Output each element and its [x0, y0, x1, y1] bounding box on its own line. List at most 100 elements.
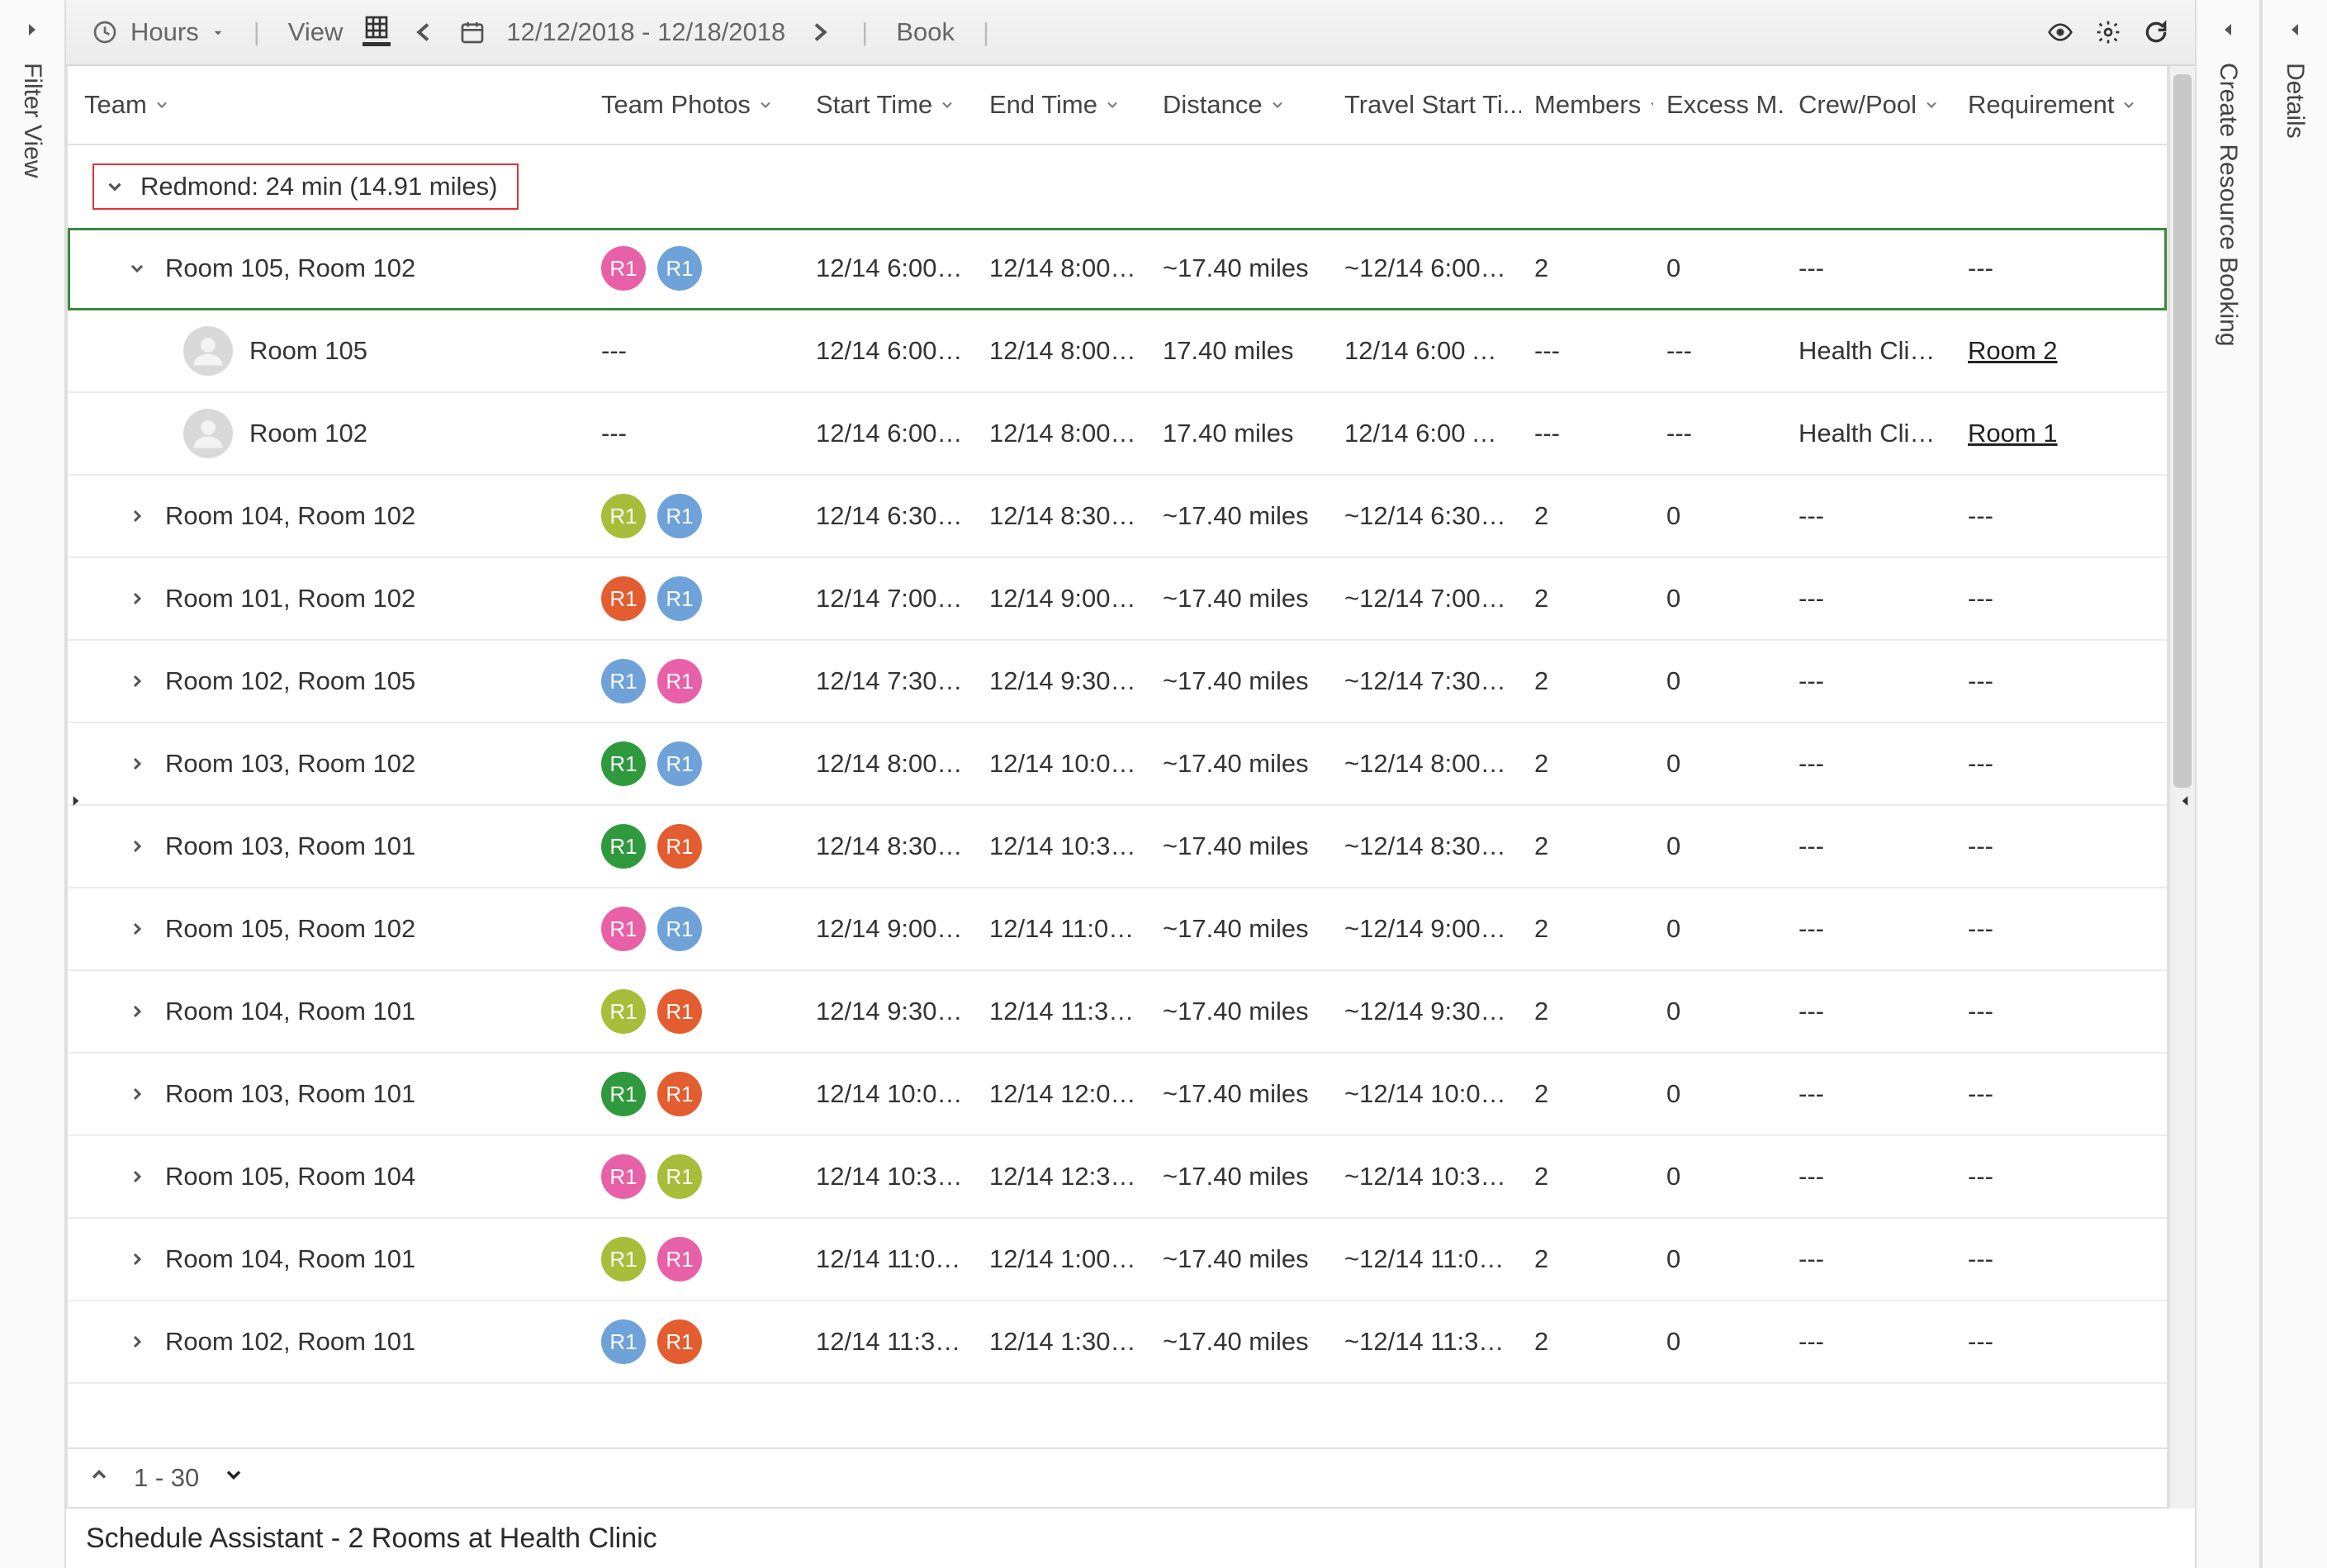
cell-excess: 0: [1653, 666, 1785, 696]
team-photo-badge: R1: [657, 1319, 702, 1364]
cell-end: 12/14 10:00 ...: [976, 749, 1149, 779]
requirement-link[interactable]: Room 2: [1968, 336, 2058, 365]
hours-dropdown[interactable]: Hours: [91, 17, 225, 47]
create-booking-panel-collapsed[interactable]: Create Resource Booking: [2195, 0, 2261, 1568]
pager-next-button[interactable]: [222, 1463, 245, 1493]
child-row[interactable]: Room 105---12/14 6:00 AM12/14 8:00 AM17.…: [68, 310, 2167, 393]
panel-edge-right-arrow[interactable]: [2175, 784, 2195, 817]
prev-range-button[interactable]: [410, 18, 438, 46]
chevron-down-icon: [757, 90, 774, 120]
date-range-text[interactable]: 12/12/2018 - 12/18/2018: [506, 17, 785, 47]
cell-start: 12/14 6:30 AM: [803, 501, 976, 531]
cell-crew: ---: [1785, 914, 1955, 944]
chevron-right-icon[interactable]: [127, 836, 147, 856]
cell-excess: 0: [1653, 501, 1785, 531]
team-row[interactable]: Room 105, Room 102R1R112/14 9:00 AM12/14…: [68, 888, 2167, 971]
team-row[interactable]: Room 104, Room 101R1R112/14 11:00 ...12/…: [68, 1219, 2167, 1301]
cell-start: 12/14 6:00 AM: [803, 419, 976, 448]
child-row[interactable]: Room 102---12/14 6:00 AM12/14 8:00 AM17.…: [68, 393, 2167, 476]
chevron-right-icon[interactable]: [127, 1332, 147, 1352]
team-row[interactable]: Room 104, Room 101R1R112/14 9:30 AM12/14…: [68, 971, 2167, 1054]
refresh-icon[interactable]: [2142, 18, 2170, 46]
cell-start: 12/14 8:30 AM: [803, 831, 976, 861]
team-row[interactable]: Room 103, Room 102R1R112/14 8:00 AM12/14…: [68, 723, 2167, 806]
pager-prev-button[interactable]: [88, 1463, 111, 1493]
team-row[interactable]: Room 102, Room 105R1R112/14 7:30 AM12/14…: [68, 641, 2167, 723]
eye-icon[interactable]: [2046, 18, 2074, 46]
team-name: Room 103, Room 101: [165, 831, 415, 861]
scrollbar-thumb[interactable]: [2173, 74, 2192, 788]
chevron-right-icon[interactable]: [127, 1002, 147, 1021]
cell-distance: ~17.40 miles: [1149, 584, 1331, 613]
team-row[interactable]: Room 105, Room 104R1R112/14 10:30 ...12/…: [68, 1136, 2167, 1219]
team-row[interactable]: Room 101, Room 102R1R112/14 7:00 AM12/14…: [68, 558, 2167, 641]
chevron-right-icon[interactable]: [127, 671, 147, 691]
team-row[interactable]: Room 102, Room 101R1R112/14 11:30 ...12/…: [68, 1301, 2167, 1384]
gear-icon[interactable]: [2094, 18, 2122, 46]
col-header-crew-pool[interactable]: Crew/Pool: [1785, 90, 1955, 120]
cell-members: ---: [1521, 419, 1653, 448]
cell-members: 2: [1521, 831, 1653, 861]
chevron-right-icon[interactable]: [127, 919, 147, 939]
cell-start: 12/14 7:30 AM: [803, 666, 976, 696]
chevron-down-icon: [2121, 90, 2137, 120]
team-row[interactable]: Room 104, Room 102R1R112/14 6:30 AM12/14…: [68, 476, 2167, 558]
cell-end: 12/14 8:00 AM: [976, 419, 1149, 448]
col-header-distance[interactable]: Distance: [1149, 90, 1331, 120]
cell-excess: ---: [1653, 419, 1785, 448]
team-photo-badge: R1: [657, 576, 702, 621]
team-row[interactable]: Room 103, Room 101R1R112/14 10:00 ...12/…: [68, 1054, 2167, 1136]
team-name: Room 102, Room 105: [165, 666, 415, 696]
chevron-right-icon[interactable]: [127, 1167, 147, 1187]
next-range-button[interactable]: [805, 18, 833, 46]
chevron-down-icon: [939, 90, 955, 120]
cell-distance: ~17.40 miles: [1149, 1327, 1331, 1357]
cell-crew: ---: [1785, 584, 1955, 613]
schedule-grid: Team Team Photos Start Time End Time Dis…: [66, 66, 2168, 1509]
col-header-requirement[interactable]: Requirement: [1955, 90, 2167, 120]
col-header-start-time[interactable]: Start Time: [803, 90, 976, 120]
team-photo-badge: R1: [601, 824, 646, 869]
book-button[interactable]: Book: [896, 17, 955, 47]
team-row[interactable]: Room 103, Room 101R1R112/14 8:30 AM12/14…: [68, 806, 2167, 888]
chevron-down-icon[interactable]: [127, 258, 147, 278]
team-photo-badge: R1: [657, 1154, 702, 1199]
chevron-right-icon[interactable]: [127, 506, 147, 526]
expand-left-icon: [2285, 17, 2305, 46]
filter-view-panel-collapsed[interactable]: Filter View: [0, 0, 66, 1568]
col-header-team[interactable]: Team: [68, 90, 588, 120]
details-label: Details: [2281, 63, 2309, 139]
col-header-excess[interactable]: Excess M...: [1653, 90, 1785, 120]
cell-end: 12/14 8:00 AM: [976, 253, 1149, 283]
panel-edge-left-arrow[interactable]: [66, 784, 86, 817]
col-header-members[interactable]: Members: [1521, 90, 1653, 120]
chevron-right-icon[interactable]: [127, 1084, 147, 1104]
cell-distance: ~17.40 miles: [1149, 1079, 1331, 1109]
col-header-travel-start[interactable]: Travel Start Ti...: [1331, 90, 1521, 120]
cell-distance: 17.40 miles: [1149, 336, 1331, 366]
chevron-right-icon[interactable]: [127, 589, 147, 609]
team-row[interactable]: Room 105, Room 102R1R112/14 6:00 AM12/14…: [68, 228, 2167, 310]
cell-travel: ~12/14 7:30 AM: [1331, 666, 1521, 696]
cell-distance: ~17.40 miles: [1149, 914, 1331, 944]
cell-photos: ---: [588, 336, 803, 366]
details-panel-collapsed[interactable]: Details: [2261, 0, 2327, 1568]
cell-travel: ~12/14 8:00 AM: [1331, 749, 1521, 779]
cell-distance: ~17.40 miles: [1149, 997, 1331, 1026]
calendar-icon[interactable]: [458, 18, 486, 46]
toolbar-separator: |: [974, 17, 998, 47]
cell-distance: ~17.40 miles: [1149, 1162, 1331, 1191]
cell-travel: 12/14 6:00 AM: [1331, 336, 1521, 366]
grid-view-button[interactable]: [363, 18, 391, 46]
col-header-end-time[interactable]: End Time: [976, 90, 1149, 120]
col-header-team-photos[interactable]: Team Photos: [588, 90, 803, 120]
cell-excess: 0: [1653, 749, 1785, 779]
group-label: Redmond: 24 min (14.91 miles): [140, 172, 497, 201]
chevron-right-icon[interactable]: [127, 1249, 147, 1269]
chevron-right-icon[interactable]: [127, 754, 147, 774]
cell-requirement: ---: [1955, 749, 2167, 779]
team-name: Room 101, Room 102: [165, 584, 415, 613]
requirement-link[interactable]: Room 1: [1968, 419, 2058, 448]
team-photo-badge: R1: [657, 824, 702, 869]
group-row-redmond[interactable]: Redmond: 24 min (14.91 miles): [68, 145, 2167, 228]
